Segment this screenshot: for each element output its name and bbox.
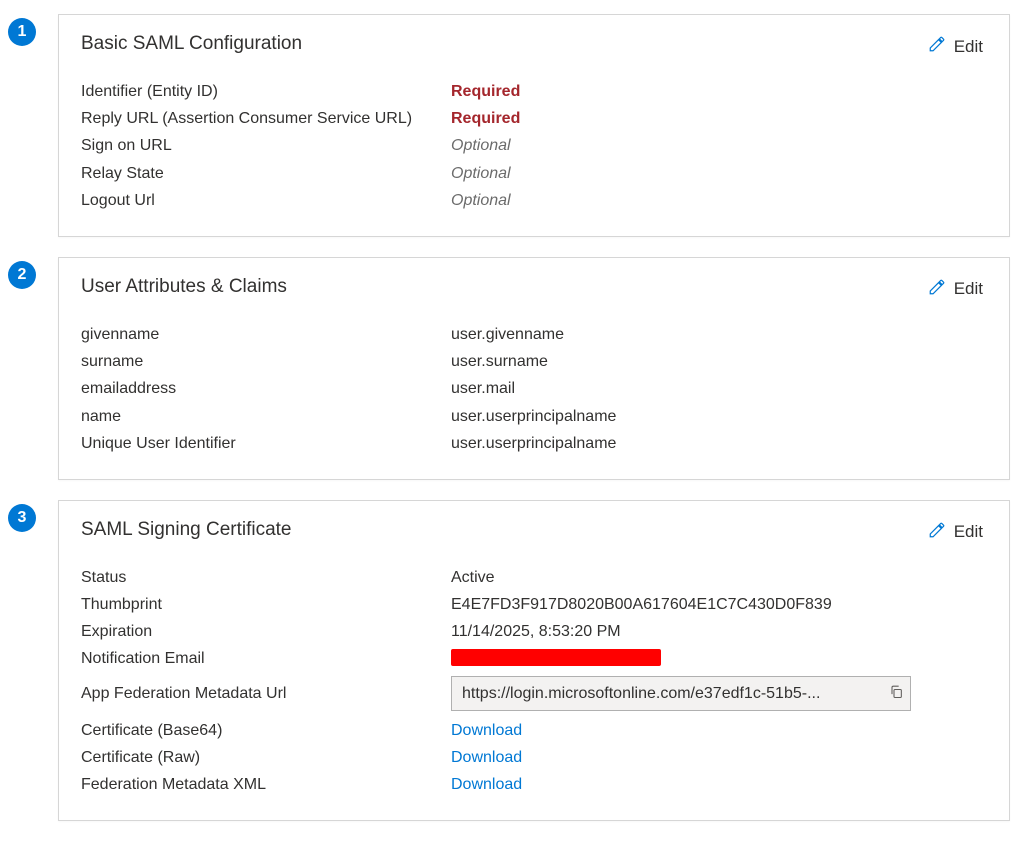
edit-button-basic[interactable]: Edit: [924, 33, 987, 60]
row-label: Identifier (Entity ID): [81, 78, 451, 105]
row-value: user.userprincipalname: [451, 403, 987, 430]
step-badge-1: 1: [8, 18, 36, 46]
row-label: Unique User Identifier: [81, 430, 451, 457]
metadata-url-field[interactable]: https://login.microsoftonline.com/e37edf…: [451, 676, 911, 711]
row-label: name: [81, 403, 451, 430]
metadata-url-text: https://login.microsoftonline.com/e37edf…: [462, 680, 874, 707]
row-value: Optional: [451, 132, 987, 159]
edit-button-cert[interactable]: Edit: [924, 519, 987, 546]
row-label: Sign on URL: [81, 132, 451, 159]
edit-button-label: Edit: [954, 522, 983, 542]
row-value: user.mail: [451, 375, 987, 402]
row-label: Relay State: [81, 160, 451, 187]
table-row: App Federation Metadata Url https://logi…: [81, 676, 987, 711]
table-row: Certificate (Base64) Download: [81, 717, 987, 744]
pencil-icon: [928, 278, 946, 301]
row-value: Required: [451, 78, 987, 105]
table-row: Identifier (Entity ID) Required: [81, 78, 987, 105]
row-label: givenname: [81, 321, 451, 348]
row-value: Active: [451, 564, 987, 591]
row-value: Optional: [451, 187, 987, 214]
table-row: surname user.surname: [81, 348, 987, 375]
row-value: user.givenname: [451, 321, 987, 348]
table-row: Sign on URL Optional: [81, 132, 987, 159]
copy-icon: [888, 688, 904, 703]
table-row: Relay State Optional: [81, 160, 987, 187]
row-label: Logout Url: [81, 187, 451, 214]
row-label: Thumbprint: [81, 591, 451, 618]
row-value-redacted: [451, 645, 987, 675]
row-label: surname: [81, 348, 451, 375]
section-saml-cert: 3 SAML Signing Certificate Edit Status A…: [0, 500, 1010, 822]
row-value: Required: [451, 105, 987, 132]
card-user-claims: User Attributes & Claims Edit givenname …: [58, 257, 1010, 480]
table-row: Reply URL (Assertion Consumer Service UR…: [81, 105, 987, 132]
section-basic-saml: 1 Basic SAML Configuration Edit Identifi…: [0, 14, 1010, 237]
table-row: Expiration 11/14/2025, 8:53:20 PM: [81, 618, 987, 645]
edit-button-label: Edit: [954, 37, 983, 57]
table-row: givenname user.givenname: [81, 321, 987, 348]
redacted-block: [451, 649, 661, 666]
row-label: Federation Metadata XML: [81, 771, 451, 798]
card-basic-saml: Basic SAML Configuration Edit Identifier…: [58, 14, 1010, 237]
card-title-cert: SAML Signing Certificate: [81, 519, 292, 541]
copy-button[interactable]: [886, 682, 906, 705]
table-row: Federation Metadata XML Download: [81, 771, 987, 798]
table-row: Logout Url Optional: [81, 187, 987, 214]
table-row: name user.userprincipalname: [81, 403, 987, 430]
table-row: emailaddress user.mail: [81, 375, 987, 402]
row-label: Expiration: [81, 618, 451, 645]
row-label: emailaddress: [81, 375, 451, 402]
table-row: Thumbprint E4E7FD3F917D8020B00A617604E1C…: [81, 591, 987, 618]
table-row: Status Active: [81, 564, 987, 591]
row-label: Notification Email: [81, 645, 451, 675]
table-row: Unique User Identifier user.userprincipa…: [81, 430, 987, 457]
row-value: Optional: [451, 160, 987, 187]
row-value: E4E7FD3F917D8020B00A617604E1C7C430D0F839: [451, 591, 987, 618]
row-label: Status: [81, 564, 451, 591]
pencil-icon: [928, 35, 946, 58]
row-label: App Federation Metadata Url: [81, 680, 451, 707]
download-link-base64[interactable]: Download: [451, 722, 522, 739]
table-row: Certificate (Raw) Download: [81, 744, 987, 771]
download-link-raw[interactable]: Download: [451, 749, 522, 766]
card-title-basic: Basic SAML Configuration: [81, 33, 302, 55]
step-badge-3: 3: [8, 504, 36, 532]
edit-button-claims[interactable]: Edit: [924, 276, 987, 303]
card-saml-cert: SAML Signing Certificate Edit Status Act…: [58, 500, 1010, 822]
download-link-metadata-xml[interactable]: Download: [451, 776, 522, 793]
pencil-icon: [928, 521, 946, 544]
row-value: 11/14/2025, 8:53:20 PM: [451, 618, 987, 645]
row-value: user.userprincipalname: [451, 430, 987, 457]
table-row: Notification Email: [81, 645, 987, 675]
row-value: user.surname: [451, 348, 987, 375]
step-badge-2: 2: [8, 261, 36, 289]
row-label: Reply URL (Assertion Consumer Service UR…: [81, 105, 451, 132]
section-user-claims: 2 User Attributes & Claims Edit givennam…: [0, 257, 1010, 480]
edit-button-label: Edit: [954, 279, 983, 299]
row-label: Certificate (Base64): [81, 717, 451, 744]
card-title-claims: User Attributes & Claims: [81, 276, 287, 298]
row-label: Certificate (Raw): [81, 744, 451, 771]
